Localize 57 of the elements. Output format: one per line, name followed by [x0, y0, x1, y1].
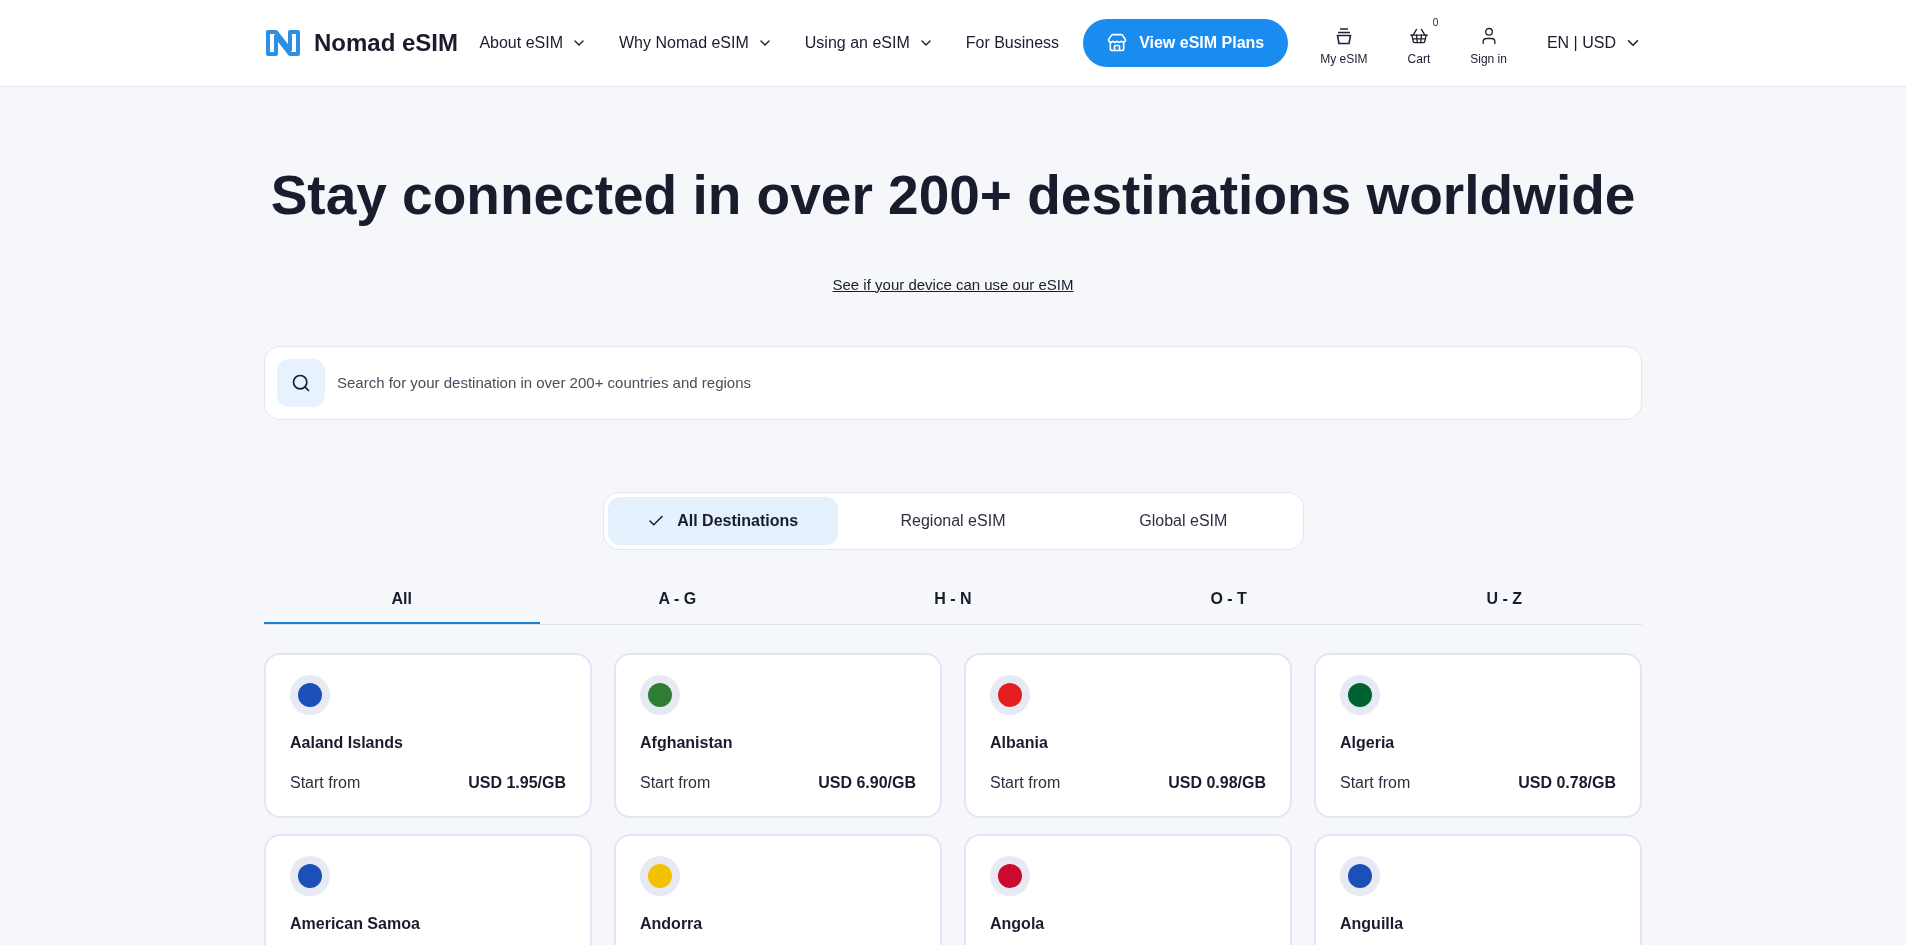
flag-icon — [1340, 856, 1380, 897]
search-field[interactable]: Search for your destination in over 200+ countries and regions — [337, 372, 1629, 395]
nav-link[interactable]: About eSIM — [479, 31, 587, 55]
destination-name: Albania — [990, 733, 1049, 754]
destination-name: Anguilla — [1340, 914, 1405, 935]
flag-icon — [990, 675, 1030, 716]
letter-tab[interactable]: U - Z — [1366, 576, 1642, 625]
nav-link[interactable]: Why Nomad eSIM — [619, 31, 773, 55]
header-icon-link[interactable]: Cart 0 — [1399, 18, 1439, 68]
logo-text: Nomad eSIM — [314, 28, 459, 58]
price-text: USD 6.90/GB — [818, 773, 916, 794]
segment-tab[interactable]: Global eSIM — [1068, 497, 1299, 546]
destination-name: Andorra — [640, 914, 704, 935]
price-text: USD 1.95/GB — [468, 773, 566, 794]
destination-card[interactable]: Afghanistan Start from USD 6.90/GB — [614, 653, 942, 819]
letter-tab[interactable]: H - N — [815, 576, 1091, 625]
destination-name: Algeria — [1340, 733, 1396, 754]
destination-name: American Samoa — [290, 914, 421, 935]
destination-card[interactable]: Algeria Start from USD 0.78/GB — [1314, 653, 1642, 819]
start-from-label: Start from — [990, 773, 1061, 794]
destination-name: Afghanistan — [640, 733, 734, 754]
destination-card[interactable]: American Samoa — [264, 834, 592, 945]
price-text: USD 0.98/GB — [1168, 773, 1266, 794]
flag-icon — [990, 856, 1030, 897]
letter-tab[interactable]: O - T — [1090, 576, 1367, 625]
shop-icon — [1107, 33, 1128, 53]
destination-card[interactable]: Anguilla — [1314, 834, 1642, 945]
destination-card[interactable]: Aaland Islands Start from USD 1.95/GB — [264, 653, 592, 819]
page-heading: Stay connected in over 200+ destinations worldwide — [270, 163, 1636, 228]
flag-icon — [290, 856, 330, 897]
header-icon-link[interactable]: My eSIM — [1312, 18, 1376, 68]
flag-icon — [640, 856, 680, 897]
segment-tab[interactable]: All Destinations — [607, 497, 838, 546]
destination-card[interactable]: Angola — [964, 834, 1292, 945]
destination-card[interactable]: Andorra — [614, 834, 942, 945]
start-from-label: Start from — [640, 773, 711, 794]
price-text: USD 0.78/GB — [1518, 773, 1616, 794]
device-check-link[interactable]: See if your device can use our eSIM — [832, 273, 1074, 297]
flag-icon — [290, 675, 330, 716]
locale-selector[interactable]: EN | USD — [1546, 31, 1642, 55]
nav-link[interactable]: For Business — [965, 31, 1060, 55]
header-icon-link[interactable]: Sign in — [1462, 18, 1515, 68]
basket-icon — [1408, 26, 1429, 46]
search-icon — [277, 359, 325, 408]
start-from-label: Start from — [290, 773, 361, 794]
letter-tab[interactable]: All — [264, 576, 540, 625]
segment-tab[interactable]: Regional eSIM — [837, 497, 1069, 546]
start-from-label: Start from — [1340, 773, 1411, 794]
flag-icon — [640, 675, 680, 716]
destination-name: Angola — [990, 914, 1046, 935]
destination-name: Aaland Islands — [290, 733, 404, 754]
cart-count: 0 — [1432, 18, 1439, 28]
nav-link[interactable]: Using an eSIM — [804, 31, 934, 55]
search-bar[interactable]: Search for your destination in over 200+ countries and regions — [264, 346, 1642, 421]
destination-card[interactable]: Albania Start from USD 0.98/GB — [964, 653, 1292, 819]
letter-tab[interactable]: A - G — [539, 576, 816, 625]
flag-icon — [1340, 675, 1380, 716]
